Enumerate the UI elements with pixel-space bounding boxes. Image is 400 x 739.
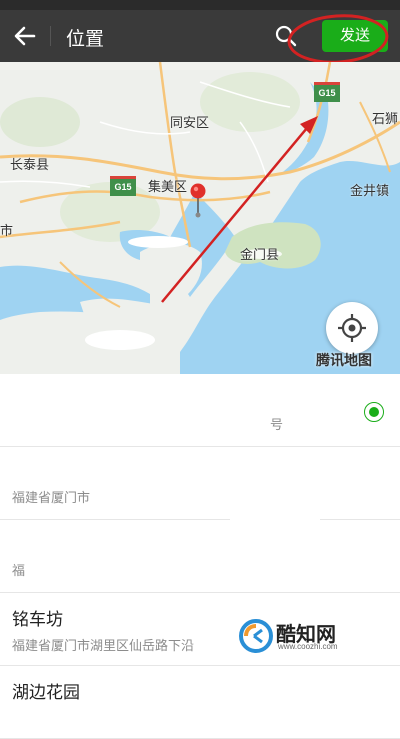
watermark-logo-icon (239, 619, 273, 653)
location-address-suffix: 号 (270, 417, 284, 432)
crosshair-icon (338, 314, 366, 342)
map-label-jinmen: 金门县 (240, 247, 280, 262)
map-brand-logo: 腾讯地图 (316, 352, 372, 368)
locate-me-button[interactable] (326, 302, 378, 354)
watermark-url: www.coozhi.com (278, 642, 338, 651)
nav-divider (50, 26, 51, 46)
map-view[interactable]: 同安区 长泰县 集美区 石狮 金井镇 市 金门县 G15 G15 腾讯地图 (0, 62, 400, 374)
list-item[interactable]: 湖边花园 (0, 666, 400, 739)
highway-shield: G15 (314, 82, 340, 102)
map-label-shishi: 石狮 (372, 111, 399, 126)
map-label-tongan: 同安区 (170, 115, 210, 130)
location-address: 福建省厦门市湖里区仙岳路下沿 (12, 638, 195, 653)
selected-radio-icon (364, 402, 384, 422)
page-title: 位置 (66, 29, 105, 50)
map-label-changtai: 长泰县 (10, 157, 50, 172)
list-item[interactable]: 福建省厦门市 (0, 447, 400, 520)
map-label-jinjing: 金井镇 (350, 183, 390, 198)
location-name: 湖边花园 (12, 683, 80, 702)
list-item[interactable]: 号 (0, 374, 400, 447)
location-name: 铭车坊 (12, 610, 63, 629)
status-bar (0, 0, 400, 10)
location-pin-icon (190, 183, 206, 218)
location-address: 福建省厦门市 (12, 490, 91, 505)
list-item[interactable]: 福 (0, 520, 400, 593)
navigation-bar: 位置 发送 (0, 10, 400, 62)
redaction-mask (230, 470, 320, 580)
search-icon[interactable] (274, 24, 298, 48)
watermark: 酷知网 www.coozhi.com (236, 616, 392, 658)
map-label-jimei: 集美区 (148, 179, 188, 194)
highway-shield: G15 (110, 176, 136, 196)
map-label-shi: 市 (0, 223, 14, 238)
location-address: 福 (12, 563, 26, 578)
send-button[interactable]: 发送 (322, 20, 388, 52)
back-arrow-icon[interactable] (12, 23, 38, 49)
